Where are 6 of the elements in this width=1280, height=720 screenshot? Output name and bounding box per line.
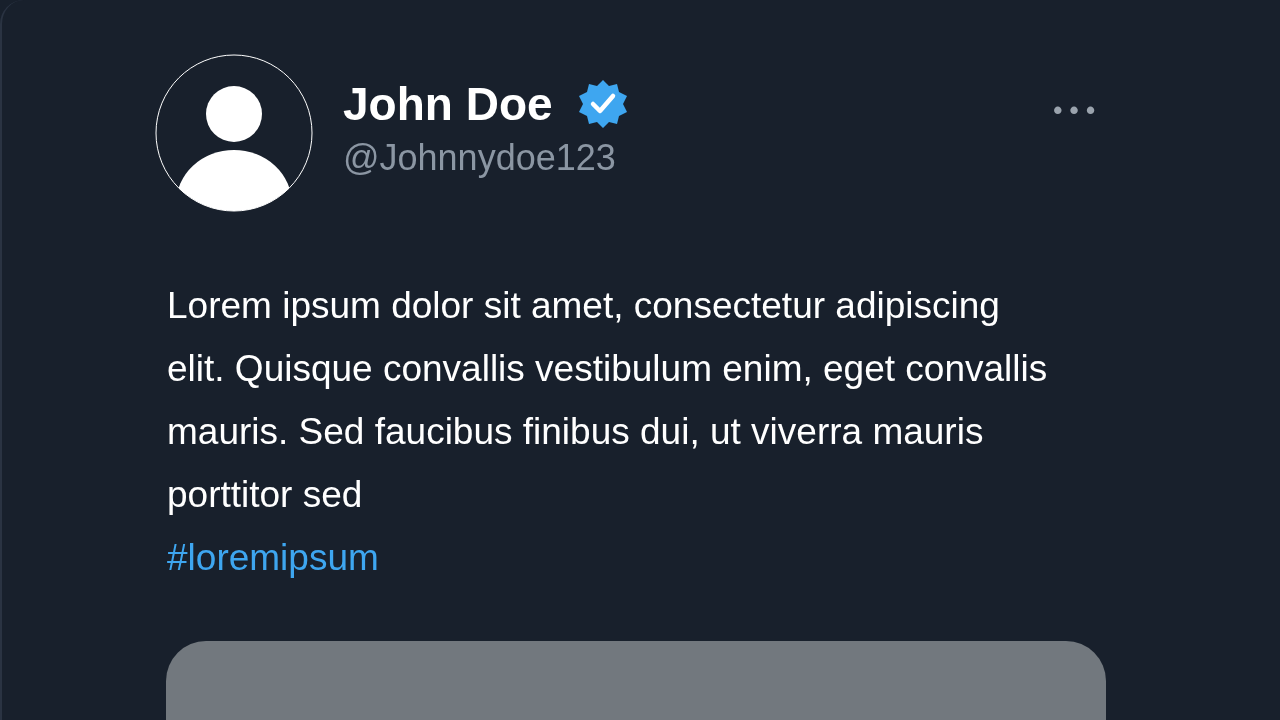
more-options-button[interactable]: • • •	[1053, 90, 1095, 130]
author-name[interactable]: John Doe	[343, 76, 553, 132]
post-text: Lorem ipsum dolor sit amet, consectetur adipiscing elit. Quisque convallis vestibulum enim, eget convallis mauris. Sed faucibus finibus dui, ut viverra mauris porttitor sed	[167, 284, 1049, 517]
avatar-icon[interactable]	[155, 54, 313, 212]
hashtag-link[interactable]: #loremipsum	[167, 537, 379, 578]
author-handle: @Johnnydoe123	[343, 136, 617, 180]
